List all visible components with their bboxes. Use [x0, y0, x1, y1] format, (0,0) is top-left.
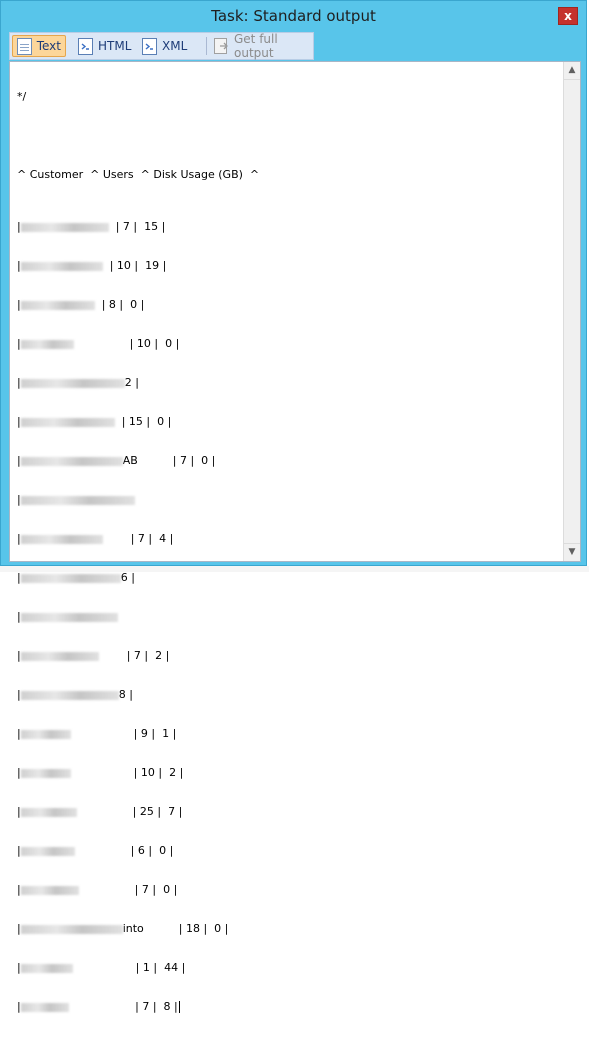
redacted-customer — [20, 222, 109, 232]
row-values: | 1 | 44 | — [135, 961, 186, 974]
html-format-button[interactable]: HTML — [74, 35, 134, 57]
full-output-icon — [214, 37, 229, 55]
scroll-down-arrow-icon[interactable]: ▼ — [564, 543, 580, 561]
row-values: 2 | — [124, 376, 139, 389]
output-format-toolbar: Text HTML XML Get full output — [9, 32, 314, 60]
text-cursor — [178, 1001, 180, 1013]
close-button[interactable]: x — [558, 7, 578, 25]
row-values: | 9 | 1 | — [133, 727, 177, 740]
table-row: | — [17, 493, 259, 506]
redacted-customer — [20, 417, 115, 427]
text-document-icon — [17, 37, 32, 55]
table-row: | | 1 | 44 | — [17, 961, 186, 974]
redacted-customer — [20, 378, 125, 388]
redacted-customer — [20, 261, 103, 271]
window-title: Task: Standard output — [211, 7, 376, 25]
output-text[interactable]: */ ^ Customer ^ Users ^ Disk Usage (GB) … — [17, 64, 259, 1039]
vertical-scrollbar[interactable]: ▲ ▼ — [563, 62, 580, 561]
table-row: | | 7 | 4 | — [17, 532, 174, 545]
table-row: | | 7 | 2 | — [17, 649, 170, 662]
table-row: | | 10 | 0 | — [17, 337, 180, 350]
table-row: | AB | 7 | 0 | — [17, 454, 216, 467]
redacted-customer — [20, 690, 119, 700]
table-row: | 6 | — [17, 571, 135, 584]
row-values: | 15 | 0 | — [121, 415, 172, 428]
table-row: | | 7 | 15 | — [17, 220, 166, 233]
get-full-output-label: Get full output — [234, 32, 278, 60]
row-values: | 10 | 0 | — [129, 337, 180, 350]
output-line: */ — [17, 90, 27, 103]
table-row: | | 7 | 8 | — [17, 1000, 180, 1013]
table-row: | into | 18 | 0 | — [17, 922, 229, 935]
redacted-customer — [20, 573, 121, 583]
redacted-customer — [20, 924, 123, 934]
table-row: | | 6 | 0 | — [17, 844, 174, 857]
row-values: | 7 | 8 | — [135, 1000, 178, 1013]
row-values: | 6 | 0 | — [130, 844, 174, 857]
html-document-icon — [78, 37, 93, 55]
redacted-customer — [20, 768, 71, 778]
row-values: 8 | — [118, 688, 133, 701]
table-row: | | 7 | 0 | — [17, 883, 178, 896]
row-values: into | 18 | 0 | — [122, 922, 229, 935]
table-row: | | 10 | 2 | — [17, 766, 184, 779]
get-full-output-button[interactable]: Get full output — [210, 32, 314, 60]
redacted-customer — [20, 729, 71, 739]
redacted-customer — [20, 612, 118, 622]
desktop-background-strip — [0, 566, 589, 572]
row-values: | 7 | 4 | — [130, 532, 174, 545]
row-values: 6 | — [120, 571, 135, 584]
xml-document-icon — [142, 37, 157, 55]
table-row: | 2 | — [17, 376, 139, 389]
text-format-button[interactable]: Text — [12, 35, 66, 57]
output-text-area[interactable]: */ ^ Customer ^ Users ^ Disk Usage (GB) … — [9, 61, 581, 1013]
redacted-customer — [20, 339, 74, 349]
table-header: ^ Customer ^ Users ^ Disk Usage (GB) ^ — [17, 168, 260, 181]
redacted-customer — [20, 807, 77, 817]
table-row: | 8 | — [17, 688, 133, 701]
table-row: | | 15 | 0 | — [17, 415, 172, 428]
redacted-customer — [20, 651, 99, 661]
toolbar-separator — [206, 37, 207, 55]
row-values: | 8 | 0 | — [101, 298, 145, 311]
row-values: | 10 | 19 | — [109, 259, 167, 272]
table-row: | | 9 | 1 | — [17, 727, 177, 740]
row-values: | 7 | 15 | — [115, 220, 166, 233]
xml-format-button[interactable]: XML — [138, 35, 194, 57]
title-bar[interactable]: Task: Standard output x — [1, 1, 586, 32]
table-row: | — [17, 610, 259, 623]
table-row: | | 10 | 19 | — [17, 259, 167, 272]
html-format-label: HTML — [98, 39, 132, 53]
redacted-customer — [20, 300, 95, 310]
redacted-customer — [20, 1002, 69, 1012]
text-format-label: Text — [36, 39, 61, 53]
redacted-customer — [20, 456, 123, 466]
standard-output-window: Task: Standard output x Text HTML XML Ge… — [0, 0, 587, 1013]
redacted-customer — [20, 534, 103, 544]
table-row: | | 8 | 0 | — [17, 298, 145, 311]
row-values: | 7 | 2 | — [126, 649, 170, 662]
row-values: | 10 | 2 | — [133, 766, 184, 779]
table-row: | | 25 | 7 | — [17, 805, 183, 818]
xml-format-label: XML — [162, 39, 188, 53]
redacted-customer — [20, 495, 135, 505]
redacted-customer — [20, 963, 73, 973]
row-values: AB | 7 | 0 | — [122, 454, 216, 467]
redacted-customer — [20, 885, 79, 895]
row-values: | 25 | 7 | — [132, 805, 183, 818]
redacted-customer — [20, 846, 75, 856]
row-values: | 7 | 0 | — [134, 883, 178, 896]
scroll-up-arrow-icon[interactable]: ▲ — [564, 62, 580, 80]
